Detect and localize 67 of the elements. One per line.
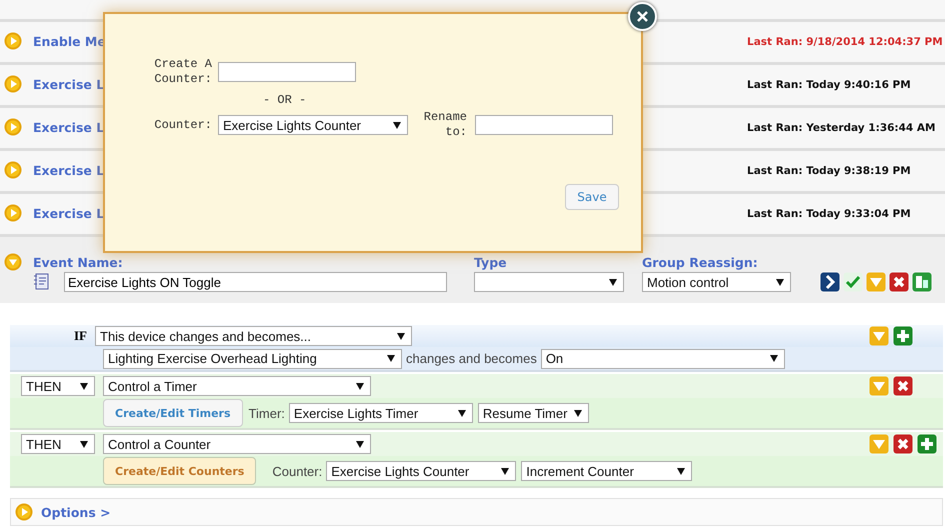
parameter-label: Timer:	[248, 406, 285, 420]
dropdown-caret-icon	[356, 382, 364, 390]
create-counter-field[interactable]	[218, 62, 356, 82]
dropdown-caret-icon	[80, 382, 88, 390]
play-icon[interactable]	[4, 118, 22, 136]
action-dropdown[interactable]: Control a Counter	[103, 434, 371, 454]
rename-field[interactable]	[475, 115, 613, 135]
rename-label: Rename to:	[422, 110, 467, 140]
add-icon[interactable]	[917, 434, 937, 454]
last-ran-text: Last Ran: Today 9:40:16 PM	[747, 79, 912, 91]
options-bar[interactable]: Options >	[10, 498, 943, 526]
or-separator: - OR -	[263, 93, 306, 107]
dropdown-caret-icon	[574, 410, 582, 416]
dropdown-caret-icon	[770, 355, 778, 362]
dropdown-caret-icon	[776, 278, 784, 286]
last-ran-text: Last Ran: Today 9:38:19 PM	[747, 165, 912, 177]
create-edit-button[interactable]: Create/Edit Timers	[103, 399, 243, 427]
play-icon[interactable]	[4, 204, 22, 222]
counter-dropdown[interactable]: Exercise Lights Counter	[218, 115, 408, 135]
move-down-icon[interactable]	[869, 326, 889, 346]
dropdown-caret-icon	[458, 410, 466, 416]
dropdown-caret-icon	[393, 122, 401, 128]
save-button[interactable]: Save	[565, 184, 619, 210]
options-link[interactable]: Options >	[41, 504, 111, 520]
expand-down-icon[interactable]	[4, 253, 22, 271]
operation-dropdown[interactable]: Resume Timer	[478, 403, 589, 423]
dropdown-caret-icon	[397, 332, 405, 340]
delete-icon[interactable]	[889, 272, 909, 292]
if-keyword: IF	[73, 328, 88, 344]
event-name-label: Event Name:	[33, 254, 124, 270]
condition-dropdown[interactable]: This device changes and becomes...	[95, 326, 412, 346]
add-icon[interactable]	[893, 326, 913, 346]
parameter-dropdown[interactable]: Exercise Lights Timer	[288, 403, 473, 423]
state-dropdown[interactable]: On	[540, 348, 785, 368]
dropdown-caret-icon	[356, 440, 364, 448]
last-ran-text: Last Ran: 9/18/2014 12:04:37 PM	[747, 36, 944, 48]
last-ran-text: Last Ran: Yesterday 1:36:44 AM	[747, 122, 936, 134]
changes-and-becomes-text: changes and becomes	[406, 351, 537, 366]
counter-label: Counter:	[153, 118, 212, 132]
dropdown-caret-icon	[501, 468, 510, 474]
type-label: Type	[474, 254, 508, 270]
close-icon[interactable]	[636, 10, 649, 23]
group-reassign-label: Group Reassign:	[642, 254, 758, 270]
play-icon[interactable]	[4, 32, 22, 50]
create-counter-label: Create A Counter:	[153, 57, 212, 87]
device-dropdown[interactable]: Lighting Exercise Overhead Lighting	[103, 348, 402, 368]
action-dropdown[interactable]: Control a Timer	[103, 376, 371, 396]
play-icon[interactable]	[15, 503, 33, 521]
last-ran-text: Last Ran: Today 9:33:04 PM	[747, 208, 912, 220]
notebook-icon	[33, 273, 50, 291]
play-icon[interactable]	[4, 75, 22, 93]
delete-icon[interactable]	[893, 434, 913, 454]
dropdown-caret-icon	[677, 468, 686, 474]
play-icon[interactable]	[4, 161, 22, 179]
event-name-field[interactable]: Exercise Lights ON Toggle	[64, 272, 447, 292]
parameter-label: Counter:	[272, 464, 322, 478]
then-dropdown[interactable]: THEN	[21, 434, 95, 454]
then-dropdown[interactable]: THEN	[21, 376, 95, 396]
type-dropdown[interactable]	[474, 272, 624, 292]
delete-icon[interactable]	[893, 376, 913, 396]
parameter-dropdown[interactable]: Exercise Lights Counter	[326, 461, 516, 481]
checkmark-icon[interactable]	[843, 272, 863, 292]
dropdown-caret-icon	[609, 278, 617, 286]
operation-dropdown[interactable]: Increment Counter	[521, 461, 692, 481]
dropdown-caret-icon	[80, 440, 88, 448]
group-reassign-dropdown[interactable]: Motion control	[642, 272, 791, 292]
dropdown-caret-icon	[387, 355, 395, 362]
